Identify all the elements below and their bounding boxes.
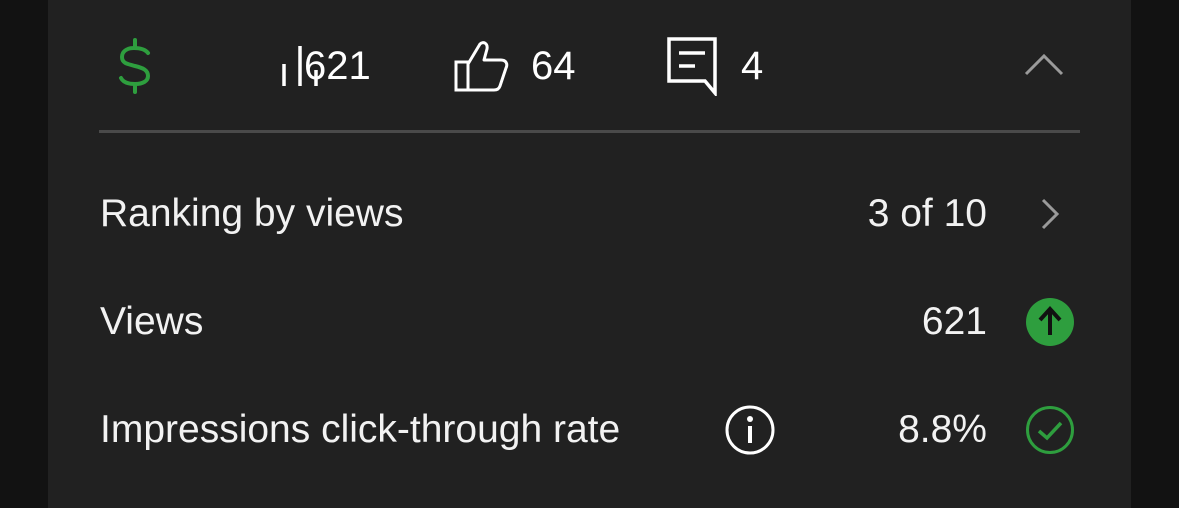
chevron-right-icon[interactable] (1038, 196, 1062, 232)
engagement-summary-row: 621 64 4 (48, 0, 1131, 131)
video-stats-card: 621 64 4 Ranking by views 3 of 10 Views … (48, 0, 1131, 508)
comment-icon[interactable] (666, 36, 720, 96)
metric-label: Views (100, 300, 204, 343)
metric-row-views: Views 621 (48, 292, 1131, 352)
metric-row-ranking[interactable]: Ranking by views 3 of 10 (48, 184, 1131, 244)
thumbs-up-icon[interactable] (453, 40, 509, 92)
left-edge (0, 0, 48, 508)
metric-value: 8.8% (898, 408, 987, 451)
metric-label: Ranking by views (100, 192, 404, 235)
metric-value: 3 of 10 (867, 192, 987, 235)
metric-row-ctr: Impressions click-through rate 8.8% (48, 400, 1131, 460)
dollar-icon[interactable] (114, 38, 156, 94)
metric-label: Impressions click-through rate (100, 408, 621, 451)
arrow-up-circle-icon (1026, 298, 1074, 346)
views-count: 621 (304, 44, 371, 88)
likes-count: 64 (531, 44, 576, 88)
metric-value: 621 (921, 300, 987, 343)
check-circle-icon (1026, 406, 1074, 454)
right-edge (1131, 0, 1179, 508)
comments-count: 4 (741, 44, 764, 88)
info-icon[interactable] (724, 404, 776, 456)
chevron-up-icon[interactable] (1022, 50, 1066, 78)
divider (99, 130, 1080, 133)
